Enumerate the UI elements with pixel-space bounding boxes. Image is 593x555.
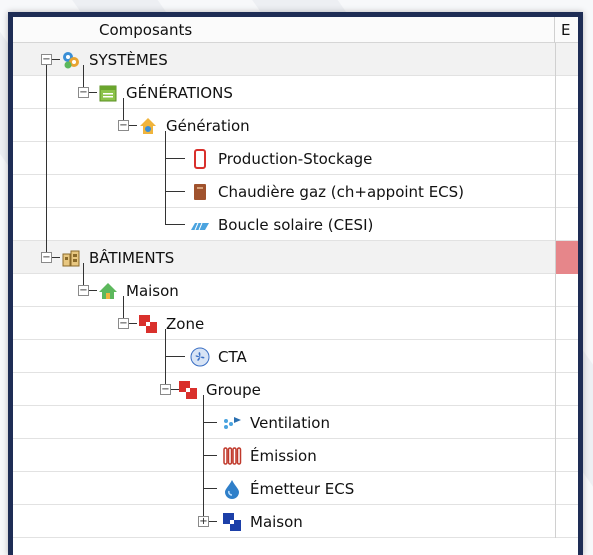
node-label: Chaudière gaz (ch+appoint ECS) — [218, 182, 465, 201]
tree-connector — [165, 158, 185, 159]
maison-blocks-icon — [222, 512, 242, 532]
zone-blocks-icon — [138, 314, 158, 334]
node-label: CTA — [218, 347, 247, 366]
e-cell[interactable] — [555, 109, 578, 142]
tree-connector — [52, 257, 60, 258]
e-cell-error[interactable] — [555, 241, 578, 274]
node-label: Boucle solaire (CESI) — [218, 215, 374, 234]
tree-connector — [203, 422, 217, 423]
node-label: GÉNÉRATIONS — [126, 83, 233, 102]
tree-connector — [129, 125, 137, 126]
tree-node-systemes[interactable]: SYSTÈMES — [61, 43, 168, 76]
node-label: Maison — [126, 281, 179, 300]
node-label: Groupe — [206, 380, 261, 399]
column-header-label: Composants — [99, 21, 193, 39]
tree-node-emission[interactable]: Émission — [222, 439, 317, 472]
tree-connector — [129, 323, 137, 324]
tree-node-zone[interactable]: Zone — [138, 307, 204, 340]
node-label: Production-Stockage — [218, 149, 373, 168]
e-cell[interactable] — [555, 373, 578, 406]
tree-connector — [203, 455, 217, 456]
tree-connector — [203, 395, 204, 522]
e-cell[interactable] — [555, 43, 578, 76]
group-blocks-icon — [178, 380, 198, 400]
collapse-toggle[interactable]: − — [78, 285, 89, 296]
column-header-e[interactable]: E — [561, 21, 570, 39]
solar-panel-icon — [190, 215, 210, 235]
tree-connector — [203, 488, 217, 489]
tree-connector — [165, 191, 185, 192]
e-cell[interactable] — [555, 274, 578, 307]
node-label: SYSTÈMES — [89, 50, 168, 69]
storage-tank-icon — [190, 148, 210, 169]
collapse-toggle[interactable]: − — [118, 120, 129, 131]
tree-row[interactable] — [13, 109, 578, 142]
tree-connector — [52, 59, 60, 60]
tree-connector — [165, 131, 166, 224]
fan-icon — [190, 347, 210, 367]
tree-row[interactable] — [13, 307, 578, 340]
e-cell[interactable] — [555, 307, 578, 340]
collapse-toggle[interactable]: − — [160, 384, 171, 395]
tree-view: − − − − − − − + SYSTÈMES GÉNÉRATIONS Gén… — [13, 43, 578, 555]
tree-node-ventilation[interactable]: Ventilation — [222, 406, 330, 439]
tree-node-cta[interactable]: CTA — [190, 340, 247, 373]
e-cell[interactable] — [555, 340, 578, 373]
tree-connector — [46, 65, 47, 259]
node-label: Ventilation — [250, 413, 330, 432]
e-cell[interactable] — [555, 76, 578, 109]
generation-house-icon — [138, 116, 158, 136]
e-cell[interactable] — [555, 439, 578, 472]
node-label: Émetteur ECS — [250, 479, 355, 498]
tree-connector — [209, 521, 217, 522]
tree-row[interactable] — [13, 373, 578, 406]
e-cell[interactable] — [555, 472, 578, 505]
tree-node-groupe[interactable]: Groupe — [178, 373, 261, 406]
e-cell[interactable] — [555, 142, 578, 175]
collapse-toggle[interactable]: − — [118, 318, 129, 329]
generations-calendar-icon — [98, 83, 118, 103]
tree-node-boucle-solaire[interactable]: Boucle solaire (CESI) — [190, 208, 373, 241]
e-cell[interactable] — [555, 208, 578, 241]
node-label: Génération — [166, 116, 250, 135]
collapse-toggle[interactable]: − — [78, 87, 89, 98]
radiator-icon — [222, 446, 242, 466]
tree-header: Composants E — [13, 17, 578, 43]
buildings-icon — [61, 248, 81, 268]
tree-connector — [165, 224, 185, 225]
e-cell[interactable] — [555, 505, 578, 538]
tree-node-production-stockage[interactable]: Production-Stockage — [190, 142, 372, 175]
tree-node-generation[interactable]: Génération — [138, 109, 250, 142]
collapse-toggle[interactable]: − — [41, 54, 52, 65]
gas-boiler-icon — [190, 182, 210, 202]
node-label: Maison — [250, 512, 303, 531]
e-cell[interactable] — [555, 406, 578, 439]
node-label: Émission — [250, 446, 317, 465]
tree-node-generations[interactable]: GÉNÉRATIONS — [98, 76, 233, 109]
house-icon — [98, 281, 118, 301]
tree-connector — [89, 92, 97, 93]
node-label: BÂTIMENTS — [89, 248, 175, 267]
collapse-toggle[interactable]: − — [41, 252, 52, 263]
e-cell[interactable] — [555, 175, 578, 208]
tree-node-batiments[interactable]: BÂTIMENTS — [61, 241, 174, 274]
tree-node-chaudiere[interactable]: Chaudière gaz (ch+appoint ECS) — [190, 175, 464, 208]
component-tree-panel: Composants E − − − − − − − + SYSTÈMES GÉ… — [8, 12, 583, 555]
expand-toggle[interactable]: + — [198, 516, 209, 527]
node-label: Zone — [166, 314, 205, 333]
tree-connector — [89, 290, 97, 291]
water-drop-icon — [222, 479, 242, 499]
tree-node-maison[interactable]: Maison — [98, 274, 179, 307]
column-header-composants[interactable]: Composants — [13, 17, 555, 43]
tree-connector — [165, 356, 185, 357]
tree-row[interactable] — [13, 340, 578, 373]
ventilation-icon — [222, 413, 242, 433]
tree-node-maison-child[interactable]: Maison — [222, 505, 303, 538]
tree-node-emetteur-ecs[interactable]: Émetteur ECS — [222, 472, 354, 505]
systems-gears-icon — [61, 50, 81, 70]
